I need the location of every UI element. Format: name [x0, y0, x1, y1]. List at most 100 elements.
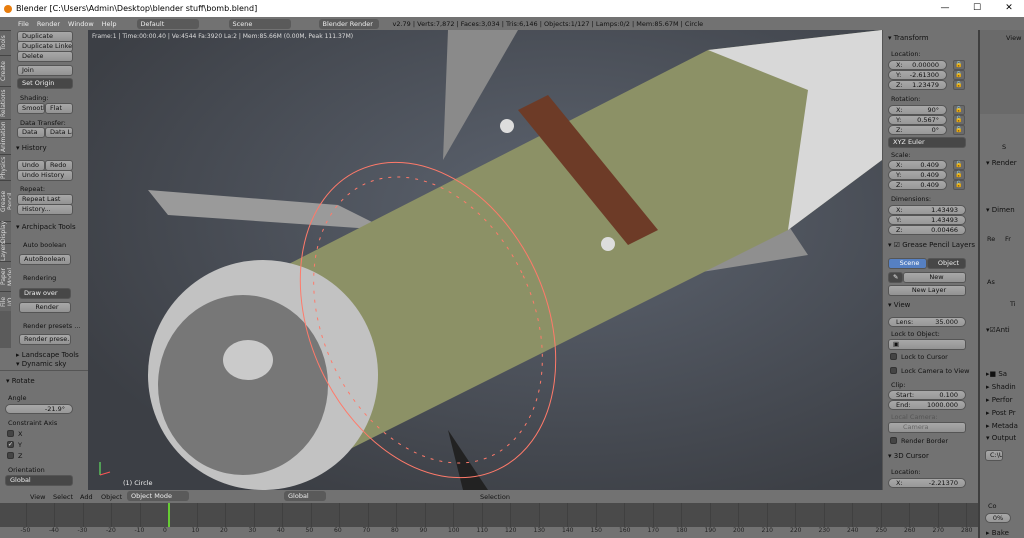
- render-engine-select[interactable]: Blender Render: [318, 18, 379, 29]
- history-panel-header[interactable]: ▾ History: [16, 144, 47, 152]
- flat-button[interactable]: Flat: [45, 103, 73, 114]
- transform-panel-header[interactable]: ▾ Transform: [888, 34, 929, 42]
- menu-help[interactable]: Help: [102, 20, 117, 28]
- render-presets-button[interactable]: Render prese...: [19, 334, 71, 345]
- metadata-panel-header[interactable]: ▸ Metada: [986, 422, 1018, 430]
- cursor-x-field[interactable]: X: -2.21370: [888, 478, 966, 488]
- sampled-motion-blur-header[interactable]: ▸■ Sa: [986, 370, 1007, 378]
- close-button[interactable]: ✕: [994, 0, 1024, 17]
- lock-icon[interactable]: 🔒: [953, 125, 965, 135]
- output-panel-header[interactable]: ▾ Output: [986, 434, 1016, 442]
- bake-panel-header[interactable]: ▸ Bake: [986, 529, 1009, 537]
- grease-scene-tab[interactable]: Scene: [888, 258, 927, 269]
- location-x-field[interactable]: X: 0.00000: [888, 60, 947, 70]
- outliner[interactable]: View: [980, 30, 1024, 114]
- tab-layers[interactable]: Layers: [0, 241, 11, 261]
- 3d-viewport[interactable]: Frame:1 | Time:00:00.40 | Ve:4544 Fa:392…: [88, 30, 882, 490]
- rotate-panel-header[interactable]: ▾ Rotate: [6, 377, 35, 385]
- menu-view[interactable]: View: [30, 493, 45, 501]
- scale-y-field[interactable]: Y: 0.409: [888, 170, 947, 180]
- clip-start-field[interactable]: Start: 0.100: [888, 390, 966, 400]
- lock-cursor-checkbox[interactable]: [890, 353, 897, 360]
- angle-field[interactable]: -21.9°: [5, 404, 73, 414]
- tab-relations[interactable]: Relations: [0, 86, 11, 119]
- performance-panel-header[interactable]: ▸ Perfor: [986, 396, 1013, 404]
- scale-x-field[interactable]: X: 0.409: [888, 160, 947, 170]
- tab-tools[interactable]: Tools: [0, 30, 11, 55]
- smooth-button[interactable]: Smooth: [17, 103, 45, 114]
- auto-boolean-button[interactable]: AutoBoolean: [19, 254, 71, 265]
- history-button[interactable]: History...: [17, 204, 73, 215]
- outliner-view-menu[interactable]: View: [1006, 34, 1021, 42]
- menu-add[interactable]: Add: [80, 493, 93, 501]
- unlock-icon[interactable]: 🔓: [953, 115, 965, 125]
- render-panel-header[interactable]: ▾ Render: [986, 159, 1017, 167]
- constraint-z-checkbox[interactable]: [7, 452, 14, 459]
- menu-file[interactable]: File: [18, 20, 29, 28]
- grease-pencil-panel-header[interactable]: ▾ ☑ Grease Pencil Layers: [888, 241, 975, 249]
- dynamic-sky-panel-header[interactable]: ▾ Dynamic sky: [16, 360, 66, 368]
- unlock-icon[interactable]: 🔓: [953, 170, 965, 180]
- lock-object-field[interactable]: ▣: [888, 339, 966, 350]
- scale-z-field[interactable]: Z: 0.409: [888, 180, 947, 190]
- dimensions-panel-header[interactable]: ▾ Dimen: [986, 206, 1015, 214]
- constraint-x-checkbox[interactable]: [7, 430, 14, 437]
- menu-render[interactable]: Render: [37, 20, 60, 28]
- tab-file-i-o[interactable]: File I/O: [0, 291, 14, 311]
- location-z-field[interactable]: Z: 1.23479: [888, 80, 947, 90]
- mode-select[interactable]: Object Mode: [127, 491, 189, 501]
- tab-physics[interactable]: Physics: [0, 154, 11, 180]
- render-button[interactable]: Render: [19, 302, 71, 313]
- menu-object[interactable]: Object: [101, 493, 122, 501]
- lock-icon[interactable]: 🔒: [953, 70, 965, 80]
- shading-panel-header[interactable]: ▸ Shadin: [986, 383, 1016, 391]
- scene-select[interactable]: Scene: [228, 18, 291, 29]
- tab-display[interactable]: Display: [0, 221, 11, 243]
- rotation-mode-select[interactable]: XYZ Euler: [888, 137, 966, 148]
- lock-icon[interactable]: 🔒: [953, 60, 965, 70]
- tab-animation[interactable]: Animation: [0, 119, 11, 154]
- orientation-select[interactable]: Global: [5, 475, 73, 486]
- view-panel-header[interactable]: ▾ View: [888, 301, 910, 309]
- tab-paper-model[interactable]: Paper Model: [0, 261, 14, 291]
- lock-icon[interactable]: 🔒: [953, 80, 965, 90]
- rotation-y-field[interactable]: Y: 0.567°: [888, 115, 947, 125]
- location-y-field[interactable]: Y: -2.61300: [888, 70, 947, 80]
- menu-select[interactable]: Select: [53, 493, 73, 501]
- 3d-cursor-panel-header[interactable]: ▾ 3D Cursor: [888, 452, 929, 460]
- archipack-panel-header[interactable]: ▾ Archipack Tools: [16, 223, 76, 231]
- unlock-icon[interactable]: 🔓: [953, 160, 965, 170]
- lock-icon[interactable]: 🔒: [953, 105, 965, 115]
- post-processing-panel-header[interactable]: ▸ Post Pr: [986, 409, 1016, 417]
- screen-layout-select[interactable]: Default: [136, 18, 199, 29]
- constraint-y-checkbox[interactable]: ✓: [7, 441, 14, 448]
- grease-object-tab[interactable]: Object: [927, 258, 966, 269]
- undo-history-button[interactable]: Undo History: [17, 170, 73, 181]
- current-frame-indicator[interactable]: [168, 503, 170, 527]
- frame-ruler[interactable]: -50 -40 -30 -20 -10 0 10 20 30 40 50 60 70 80 90 100 110…: [0, 527, 978, 538]
- dimensions-y-field[interactable]: Y: 1.43493: [888, 215, 966, 225]
- draw-over-select[interactable]: Draw over: [19, 288, 71, 299]
- tab-grease-pencil[interactable]: Grease Pencil: [0, 180, 14, 221]
- join-button[interactable]: Join: [17, 65, 73, 76]
- data-layout-button[interactable]: Data La: [45, 127, 73, 138]
- delete-button[interactable]: Delete: [17, 51, 73, 62]
- antialiasing-panel-header[interactable]: ▾☑Anti: [986, 326, 1010, 334]
- rotation-z-field[interactable]: Z: 0°: [888, 125, 947, 135]
- menu-window[interactable]: Window: [68, 20, 94, 28]
- pencil-icon[interactable]: ✎: [888, 272, 903, 283]
- lock-camera-checkbox[interactable]: [890, 367, 897, 374]
- local-camera-field[interactable]: Camera: [888, 422, 966, 433]
- data-button[interactable]: Data: [17, 127, 45, 138]
- transform-orientation-select[interactable]: Global: [284, 491, 326, 501]
- compression-field[interactable]: 0%: [985, 513, 1011, 523]
- set-origin-select[interactable]: Set Origin: [17, 78, 73, 89]
- clip-end-field[interactable]: End: 1000.000: [888, 400, 966, 410]
- maximize-button[interactable]: ☐: [962, 0, 992, 17]
- render-border-checkbox[interactable]: [890, 437, 897, 444]
- minimize-button[interactable]: —: [930, 0, 960, 17]
- unlock-icon[interactable]: 🔓: [953, 180, 965, 190]
- new-grease-button[interactable]: New: [903, 272, 966, 283]
- dimensions-x-field[interactable]: X: 1.43493: [888, 205, 966, 215]
- rotation-x-field[interactable]: X: 90°: [888, 105, 947, 115]
